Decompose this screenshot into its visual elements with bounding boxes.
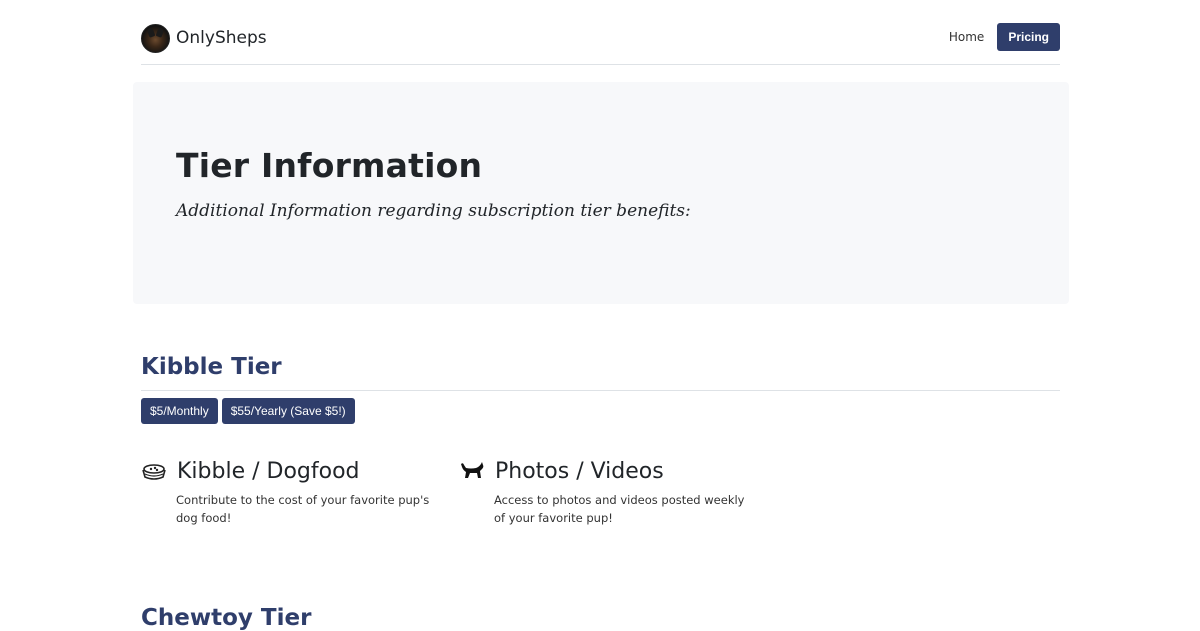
brand-name: OnlySheps xyxy=(176,28,267,48)
nav-pricing-button[interactable]: Pricing xyxy=(997,23,1060,51)
nav-home-link[interactable]: Home xyxy=(949,30,984,44)
tier-title-kibble: Kibble Tier xyxy=(141,354,282,380)
feature-header: Kibble / Dogfood xyxy=(141,457,431,485)
feature-kibble: Kibble / Dogfood Contribute to the cost … xyxy=(141,457,431,527)
navbar: OnlySheps Home Pricing xyxy=(141,22,1060,65)
feature-title: Kibble / Dogfood xyxy=(177,458,360,484)
jumbotron: Tier Information Additional Information … xyxy=(133,82,1069,304)
dog-icon xyxy=(459,461,485,481)
yearly-price-button[interactable]: $55/Yearly (Save $5!) xyxy=(221,398,355,424)
tier-divider xyxy=(141,390,1060,391)
kibble-price-options: $5/Monthly $55/Yearly (Save $5!) xyxy=(141,398,359,424)
feature-description: Access to photos and videos posted weekl… xyxy=(494,493,745,525)
nav-links: Home Pricing xyxy=(949,23,1060,51)
dog-bowl-icon xyxy=(141,461,167,481)
feature-header: Photos / Videos xyxy=(459,457,749,485)
tier-title-chewtoy: Chewtoy Tier xyxy=(141,605,312,631)
feature-description: Contribute to the cost of your favorite … xyxy=(176,493,430,525)
brand-avatar xyxy=(141,23,170,53)
feature-photos: Photos / Videos Access to photos and vid… xyxy=(459,457,749,527)
feature-title: Photos / Videos xyxy=(495,458,664,484)
monthly-price-button[interactable]: $5/Monthly xyxy=(141,398,218,424)
brand[interactable]: OnlySheps xyxy=(141,23,267,53)
page-title: Tier Information xyxy=(176,146,483,185)
page-subtitle: Additional Information regarding subscri… xyxy=(176,201,691,221)
